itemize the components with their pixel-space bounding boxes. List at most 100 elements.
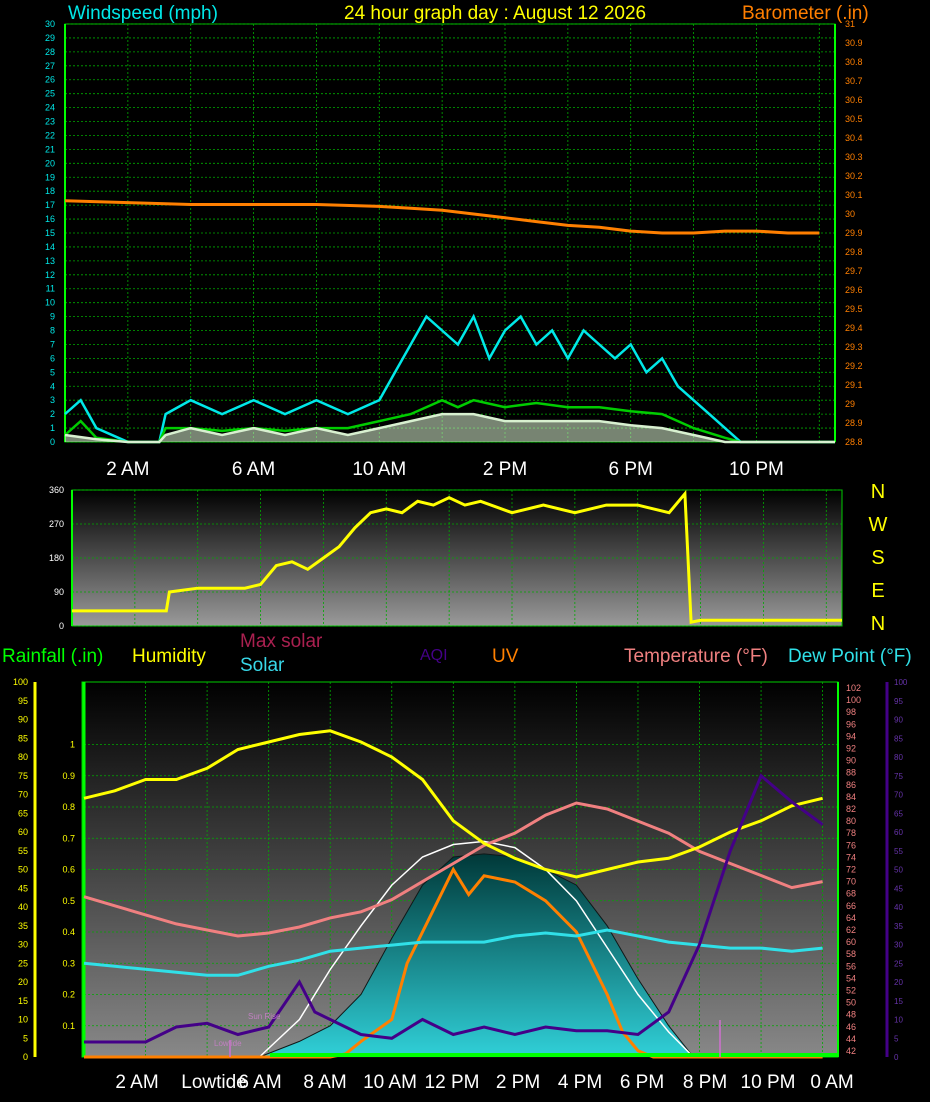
humidity-tick-label: 50 <box>18 865 28 875</box>
aqi-tick-label: 25 <box>894 959 903 968</box>
windspeed-tick-label: 18 <box>45 186 55 196</box>
temperature-tick-label: 98 <box>846 707 856 717</box>
weather-x-tick-label: 6 AM <box>238 1072 281 1093</box>
windspeed-tick-label: 1 <box>50 423 55 433</box>
temperature-tick-label: 42 <box>846 1046 856 1056</box>
lowtide-annotation: Lowtide <box>214 1039 242 1048</box>
temperature-tick-label: 48 <box>846 1010 856 1020</box>
windspeed-tick-label: 9 <box>50 312 55 322</box>
humidity-tick-label: 85 <box>18 733 28 743</box>
rainfall-tick-label: 0.2 <box>62 990 75 1000</box>
compass-label: S <box>871 547 884 569</box>
windspeed-tick-label: 22 <box>45 130 55 140</box>
direction-tick-label: 360 <box>49 485 64 495</box>
temperature-tick-label: 76 <box>846 840 856 850</box>
legend-max-solar: Max solar <box>240 631 323 652</box>
humidity-tick-label: 35 <box>18 921 28 931</box>
legend-humidity: Humidity <box>132 646 206 667</box>
temperature-tick-label: 88 <box>846 768 856 778</box>
barometer-axis-ticks: 28.8 28.9 29 29.1 29.2 29.3 29.4 29.5 29.6 29.7 29… <box>845 19 863 447</box>
direction-tick-label: 0 <box>59 621 64 631</box>
barometer-tick-label: 29.5 <box>845 304 863 314</box>
weather-x-tick-label: 8 AM <box>303 1072 346 1093</box>
aqi-tick-label: 100 <box>894 678 908 687</box>
aqi-tick-label: 35 <box>894 922 903 931</box>
temperature-tick-label: 68 <box>846 889 856 899</box>
windspeed-tick-label: 17 <box>45 200 55 210</box>
aqi-tick-label: 30 <box>894 941 903 950</box>
barometer-tick-label: 30.1 <box>845 190 863 200</box>
compass-label: E <box>871 580 884 602</box>
temperature-tick-label: 74 <box>846 852 856 862</box>
barometer-tick-label: 29 <box>845 399 855 409</box>
temperature-tick-label: 80 <box>846 816 856 826</box>
direction-tick-label: 180 <box>49 553 64 563</box>
weather-panel: Rainfall (.in) Humidity Max solar Solar … <box>2 631 912 1093</box>
windspeed-tick-label: 14 <box>45 242 55 252</box>
windspeed-tick-label: 12 <box>45 270 55 280</box>
temperature-tick-label: 56 <box>846 961 856 971</box>
temperature-tick-label: 52 <box>846 985 856 995</box>
windspeed-tick-label: 16 <box>45 214 55 224</box>
humidity-tick-label: 40 <box>18 902 28 912</box>
barometer-tick-label: 30.3 <box>845 152 863 162</box>
weather-x-tick-label: 4 PM <box>558 1072 602 1093</box>
weather-x-tick-label: 2 PM <box>496 1072 540 1093</box>
barometer-tick-label: 29.9 <box>845 228 863 238</box>
humidity-tick-label: 30 <box>18 940 28 950</box>
weather-x-tick-label: 2 AM <box>115 1072 158 1093</box>
temperature-tick-label: 72 <box>846 865 856 875</box>
temperature-tick-label: 62 <box>846 925 856 935</box>
weather-x-ticks: 2 AM Lowtide6 AM 8 AM 10 AM 12 PM 2 PM 4 PM 6 P… <box>115 1072 853 1093</box>
wind-x-tick-label: 2 PM <box>483 459 527 480</box>
weather-x-tick-label: 10 PM <box>741 1072 796 1093</box>
humidity-tick-label: 65 <box>18 808 28 818</box>
aqi-tick-label: 40 <box>894 903 903 912</box>
barometer-tick-label: 29.2 <box>845 361 863 371</box>
humidity-tick-label: 10 <box>18 1015 28 1025</box>
windspeed-axis-ticks: 0123456789101112131415161718192021222324… <box>45 19 55 447</box>
windspeed-tick-label: 4 <box>50 381 55 391</box>
wind-x-ticks: 2 AM 6 AM 10 AM 2 PM 6 PM 10 PM <box>106 459 784 480</box>
aqi-tick-label: 80 <box>894 753 903 762</box>
windspeed-tick-label: 24 <box>45 103 55 113</box>
humidity-tick-label: 15 <box>18 996 28 1006</box>
rainfall-tick-label: 0.6 <box>62 865 75 875</box>
humidity-tick-label: 20 <box>18 977 28 987</box>
temperature-tick-label: 44 <box>846 1034 856 1044</box>
wind-x-tick-label: 6 PM <box>609 459 653 480</box>
windspeed-tick-label: 19 <box>45 172 55 182</box>
windspeed-tick-label: 2 <box>50 409 55 419</box>
temperature-tick-label: 102 <box>846 683 861 693</box>
humidity-tick-label: 45 <box>18 883 28 893</box>
direction-tick-label: 270 <box>49 519 64 529</box>
barometer-tick-label: 30 <box>845 209 855 219</box>
weather-x-tick-label: 8 PM <box>683 1072 727 1093</box>
temperature-tick-label: 90 <box>846 756 856 766</box>
weather-x-tick-label: 0 AM <box>810 1072 853 1093</box>
windspeed-tick-label: 25 <box>45 89 55 99</box>
barometer-tick-label: 29.8 <box>845 247 863 257</box>
weather-x-tick-label: 10 AM <box>363 1072 417 1093</box>
windspeed-tick-label: 26 <box>45 75 55 85</box>
windspeed-tick-label: 8 <box>50 326 55 336</box>
humidity-tick-label: 90 <box>18 715 28 725</box>
barometer-tick-label: 30.9 <box>845 38 863 48</box>
compass-label: W <box>869 514 888 536</box>
humidity-tick-label: 60 <box>18 827 28 837</box>
windspeed-axis-label: Windspeed (mph) <box>68 3 218 24</box>
temperature-tick-label: 78 <box>846 828 856 838</box>
barometer-tick-label: 30.7 <box>845 76 863 86</box>
barometer-tick-label: 29.6 <box>845 285 863 295</box>
aqi-tick-label: 10 <box>894 1016 903 1025</box>
temperature-tick-label: 86 <box>846 780 856 790</box>
barometer-tick-label: 28.9 <box>845 418 863 428</box>
aqi-tick-label: 45 <box>894 884 903 893</box>
windspeed-tick-label: 7 <box>50 339 55 349</box>
barometer-tick-label: 29.3 <box>845 342 863 352</box>
humidity-tick-label: 55 <box>18 846 28 856</box>
legend-rainfall: Rainfall (.in) <box>2 646 103 667</box>
barometer-tick-label: 29.7 <box>845 266 863 276</box>
barometer-tick-label: 30.2 <box>845 171 863 181</box>
windspeed-tick-label: 11 <box>46 284 55 294</box>
